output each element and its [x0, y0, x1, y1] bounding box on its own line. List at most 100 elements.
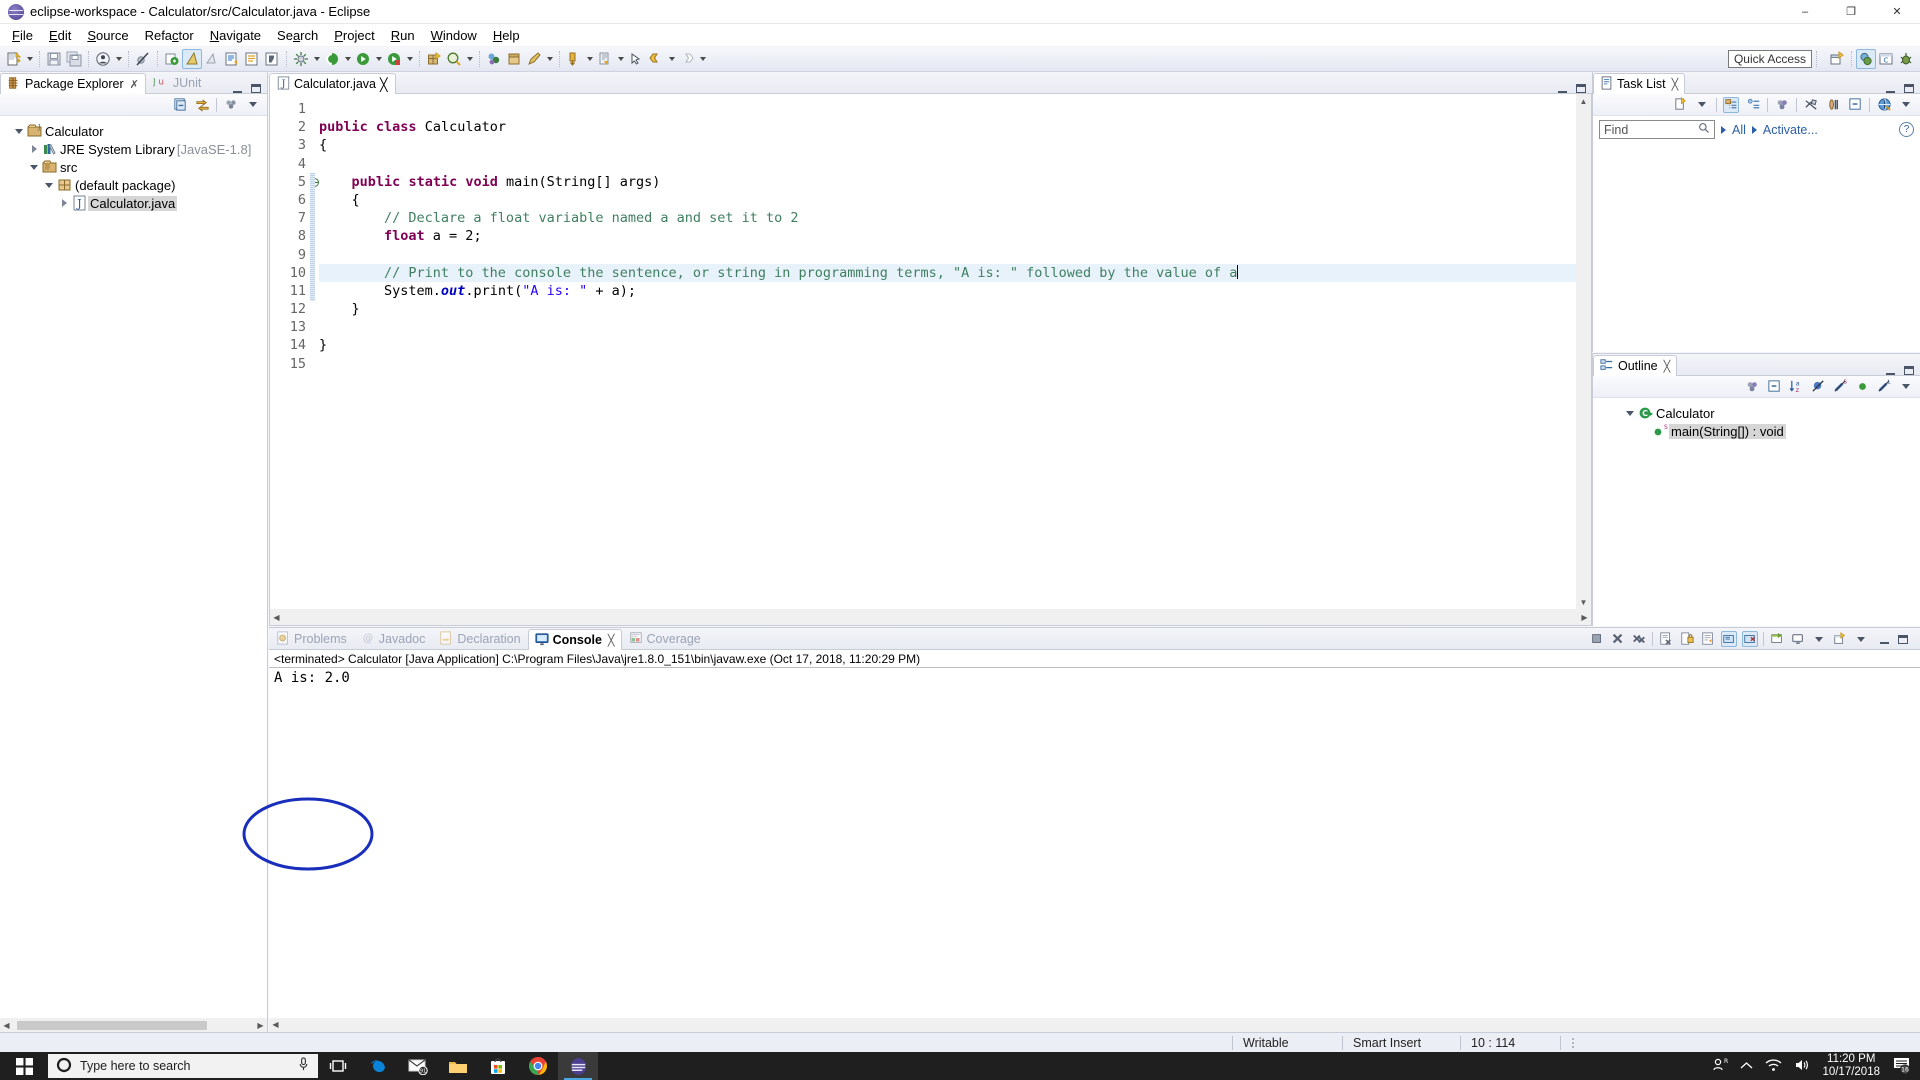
task-view-icon[interactable] — [318, 1052, 358, 1080]
hide-fields-icon[interactable] — [1810, 379, 1826, 395]
new-java-project-icon[interactable] — [162, 49, 182, 69]
save-icon[interactable] — [44, 49, 64, 69]
terminate-icon[interactable] — [1589, 631, 1605, 647]
chevron-right-icon[interactable] — [57, 199, 71, 207]
maximize-icon[interactable] — [1898, 634, 1908, 644]
menu-file[interactable]: File — [4, 26, 41, 45]
notification-center-icon[interactable]: 16 — [1892, 1055, 1912, 1078]
file-explorer-icon[interactable] — [438, 1052, 478, 1080]
code-line[interactable] — [319, 318, 1576, 336]
skip-breakpoints-icon[interactable] — [133, 49, 153, 69]
back-caret-icon[interactable] — [666, 49, 677, 69]
tree-item-calculator[interactable]: C Calculator — [1597, 404, 1920, 422]
word-wrap-icon[interactable] — [1700, 631, 1716, 647]
code-line[interactable]: System.out.print("A is: " + a); — [319, 282, 1576, 300]
categorized-mode-icon[interactable] — [1723, 96, 1739, 113]
focus-icon[interactable] — [1744, 379, 1760, 395]
vscroll-track[interactable] — [1576, 108, 1591, 595]
view-menu-caret-icon[interactable] — [245, 97, 261, 113]
tab-package-explorer[interactable]: Package Explorer ✗ — [0, 73, 146, 94]
close-button[interactable]: ✕ — [1874, 0, 1920, 24]
new-package-icon[interactable] — [202, 49, 222, 69]
tab-console[interactable]: Console ╳ — [527, 629, 622, 650]
mail-icon[interactable]: 91 — [398, 1052, 438, 1080]
debug-perspective-icon[interactable] — [1896, 49, 1916, 69]
scroll-right-icon[interactable]: ▶ — [1578, 611, 1591, 624]
display-selected-console-icon[interactable] — [1769, 631, 1785, 647]
menu-run[interactable]: Run — [383, 26, 423, 45]
minimize-icon[interactable] — [1558, 84, 1567, 93]
maximize-icon[interactable] — [251, 84, 261, 93]
wifi-icon[interactable] — [1765, 1058, 1782, 1075]
search-caret-icon[interactable] — [464, 49, 475, 69]
chevron-down-icon[interactable] — [27, 165, 41, 170]
maximize-button[interactable]: ❐ — [1828, 0, 1874, 24]
back-icon[interactable] — [646, 49, 666, 69]
view-menu-caret-icon[interactable] — [1898, 379, 1914, 395]
dropdown-caret-icon[interactable] — [1811, 631, 1827, 647]
next-annotation-caret-icon[interactable] — [584, 49, 595, 69]
tab-javadoc[interactable]: @ Javadoc — [354, 628, 433, 649]
new-java-class-icon[interactable] — [182, 49, 202, 69]
code-line[interactable] — [319, 355, 1576, 373]
run-caret-icon[interactable] — [373, 49, 384, 69]
maximize-icon[interactable] — [1904, 84, 1914, 93]
java-perspective-icon[interactable] — [1856, 49, 1876, 69]
tree-item-calculator[interactable]: J Calculator — [4, 122, 267, 140]
minimize-button[interactable]: – — [1782, 0, 1828, 24]
menu-source[interactable]: Source — [79, 26, 136, 45]
remove-all-launches-icon[interactable] — [1631, 631, 1647, 647]
debug-icon[interactable] — [322, 49, 342, 69]
tree-item-src[interactable]: src — [4, 158, 267, 176]
code-line[interactable]: } — [319, 336, 1576, 354]
view-menu-dots-icon[interactable] — [223, 97, 239, 113]
collapse-all-icon[interactable] — [1766, 379, 1782, 395]
code-line[interactable]: float a = 2; — [319, 227, 1576, 245]
activate-link[interactable]: Activate... — [1763, 123, 1818, 137]
filter-icon[interactable] — [1803, 97, 1819, 113]
hide-static-icon[interactable]: S — [1832, 379, 1848, 395]
taskbar-clock[interactable]: 11:20 PM 10/17/2018 — [1822, 1053, 1880, 1079]
taskbar-search[interactable]: Type here to search — [48, 1054, 318, 1078]
scroll-down-icon[interactable]: ▼ — [1576, 595, 1591, 609]
last-edit-location-caret-icon[interactable] — [615, 49, 626, 69]
new-package-wizard-icon[interactable] — [424, 49, 444, 69]
people-icon[interactable]: R — [1712, 1057, 1729, 1075]
tab-declaration[interactable]: Declaration — [432, 628, 527, 649]
code-line[interactable]: public static void main(String[] args) — [319, 173, 1576, 191]
code-line[interactable]: } — [319, 300, 1576, 318]
maximize-icon[interactable] — [1904, 366, 1914, 375]
link-with-editor-icon[interactable] — [194, 97, 210, 113]
chevron-down-icon[interactable] — [42, 183, 56, 188]
synchronize-icon[interactable] — [1825, 97, 1841, 113]
tab-problems[interactable]: Problems — [269, 628, 354, 649]
tab-junit[interactable]: Ju JUnit — [146, 72, 208, 93]
previous-annotation-icon[interactable] — [524, 49, 544, 69]
tab-outline[interactable]: Outline ╳ — [1593, 355, 1678, 376]
open-perspective-icon[interactable] — [484, 49, 504, 69]
hide-nonpublic-icon[interactable] — [1854, 379, 1870, 395]
tree-item-default-package[interactable]: (default package) — [4, 176, 267, 194]
find-input[interactable]: Find — [1599, 120, 1715, 139]
scroll-left-icon[interactable]: ◀ — [0, 1019, 13, 1032]
code-line[interactable]: public class Calculator — [319, 118, 1576, 136]
tree-item-main-string-void[interactable]: Smain(String[]) : void — [1597, 422, 1920, 440]
search-icon[interactable] — [1698, 122, 1710, 137]
editor-body[interactable]: 1 2 3 4 5 6 7 8 9 10 11 12 13 14 15 public class Calcu… — [269, 94, 1592, 626]
editor-vscrollbar[interactable]: ▲ ▼ — [1576, 94, 1591, 609]
tab-task-list[interactable]: Task List ╳ — [1593, 73, 1686, 94]
all-expand-icon[interactable] — [1721, 122, 1726, 137]
export-icon[interactable] — [504, 49, 524, 69]
open-perspective-icon[interactable] — [1827, 49, 1847, 69]
java-ee-perspective-icon[interactable]: C — [1876, 49, 1896, 69]
new-wizard-caret-icon[interactable] — [24, 49, 35, 69]
volume-icon[interactable] — [1794, 1058, 1810, 1075]
focus-icon[interactable] — [1774, 97, 1790, 113]
all-filter-link[interactable]: All — [1732, 123, 1746, 137]
chevron-down-icon[interactable] — [12, 129, 26, 134]
start-button[interactable] — [0, 1052, 48, 1080]
run-icon[interactable] — [353, 49, 373, 69]
activate-expand-icon[interactable] — [1752, 122, 1757, 137]
close-icon[interactable]: ✗ — [130, 78, 139, 91]
hscroll-thumb[interactable] — [17, 1020, 207, 1030]
